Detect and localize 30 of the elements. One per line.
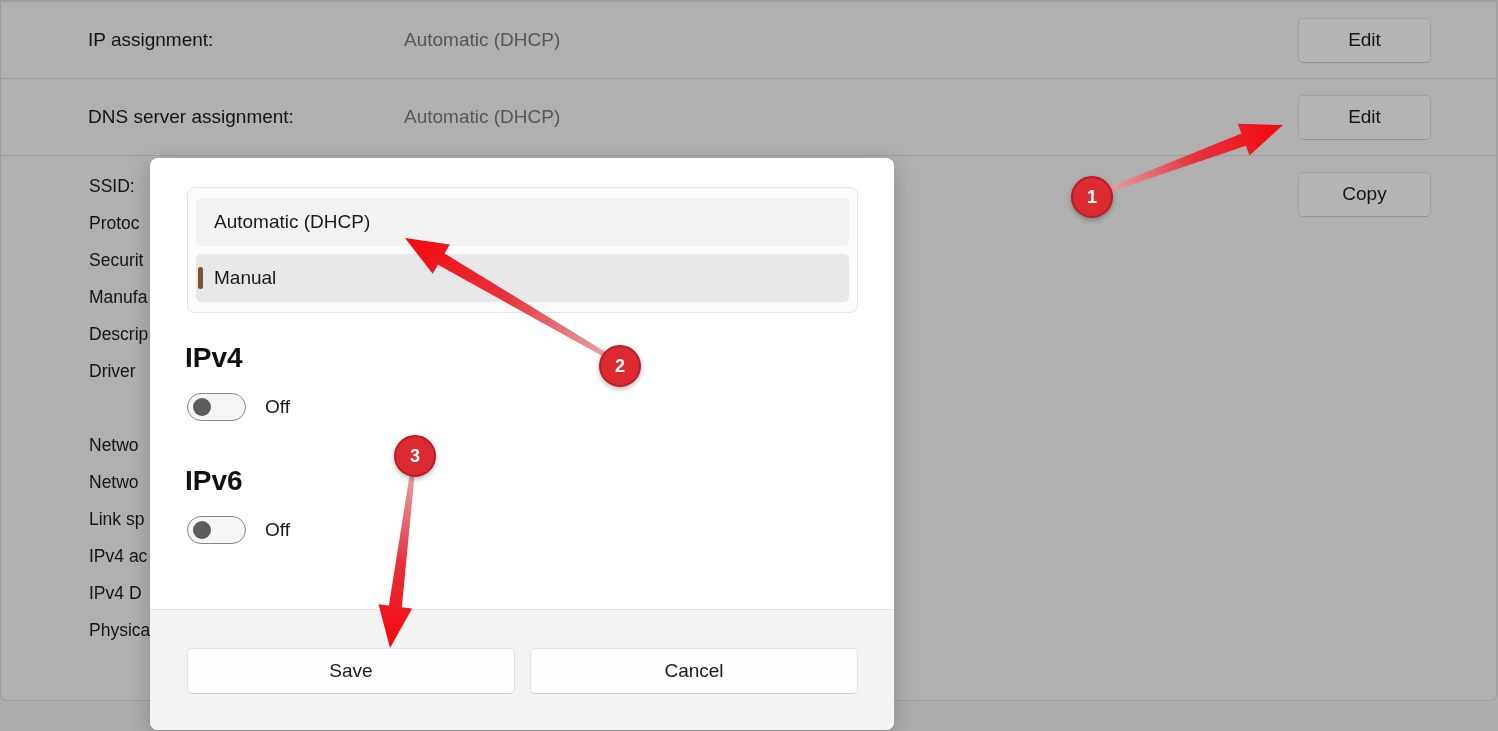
toggle-switch[interactable] <box>187 393 246 422</box>
selection-indicator-icon <box>198 267 203 289</box>
detail-label: Descrip <box>89 323 149 346</box>
setting-value: Automatic (DHCP) <box>404 104 561 129</box>
toggle-switch[interactable] <box>187 515 246 544</box>
dropdown-option[interactable]: Manual <box>196 254 849 302</box>
edit-button[interactable]: Edit <box>1298 94 1431 140</box>
toggle-state-label: Off <box>265 517 290 542</box>
detail-label: IPv4 ac <box>89 545 148 568</box>
detail-label: Physica <box>89 619 151 642</box>
detail-label: IPv4 D <box>89 582 142 605</box>
save-button[interactable]: Save <box>187 648 515 694</box>
setting-label: DNS server assignment: <box>88 105 294 127</box>
setting-label: IP assignment: <box>88 28 214 50</box>
cancel-button[interactable]: Cancel <box>530 648 858 694</box>
setting-value: Automatic (DHCP) <box>404 27 561 52</box>
detail-label: Driver <box>89 360 136 383</box>
detail-label: Link sp <box>89 508 145 531</box>
detail-label: Protoc <box>89 212 140 235</box>
section-heading: IPv4 <box>185 342 243 374</box>
detail-label: Securit <box>89 249 144 272</box>
dropdown-option[interactable]: Automatic (DHCP) <box>196 198 849 246</box>
detail-label: Netwo <box>89 434 139 457</box>
toggle-state-label: Off <box>265 395 290 419</box>
detail-label: Netwo <box>89 471 139 494</box>
copy-button[interactable]: Copy <box>1298 172 1431 217</box>
detail-label: Manufa <box>89 286 148 309</box>
section-heading: IPv6 <box>185 464 243 497</box>
detail-label: SSID: <box>89 175 135 198</box>
edit-button[interactable]: Edit <box>1298 17 1431 63</box>
